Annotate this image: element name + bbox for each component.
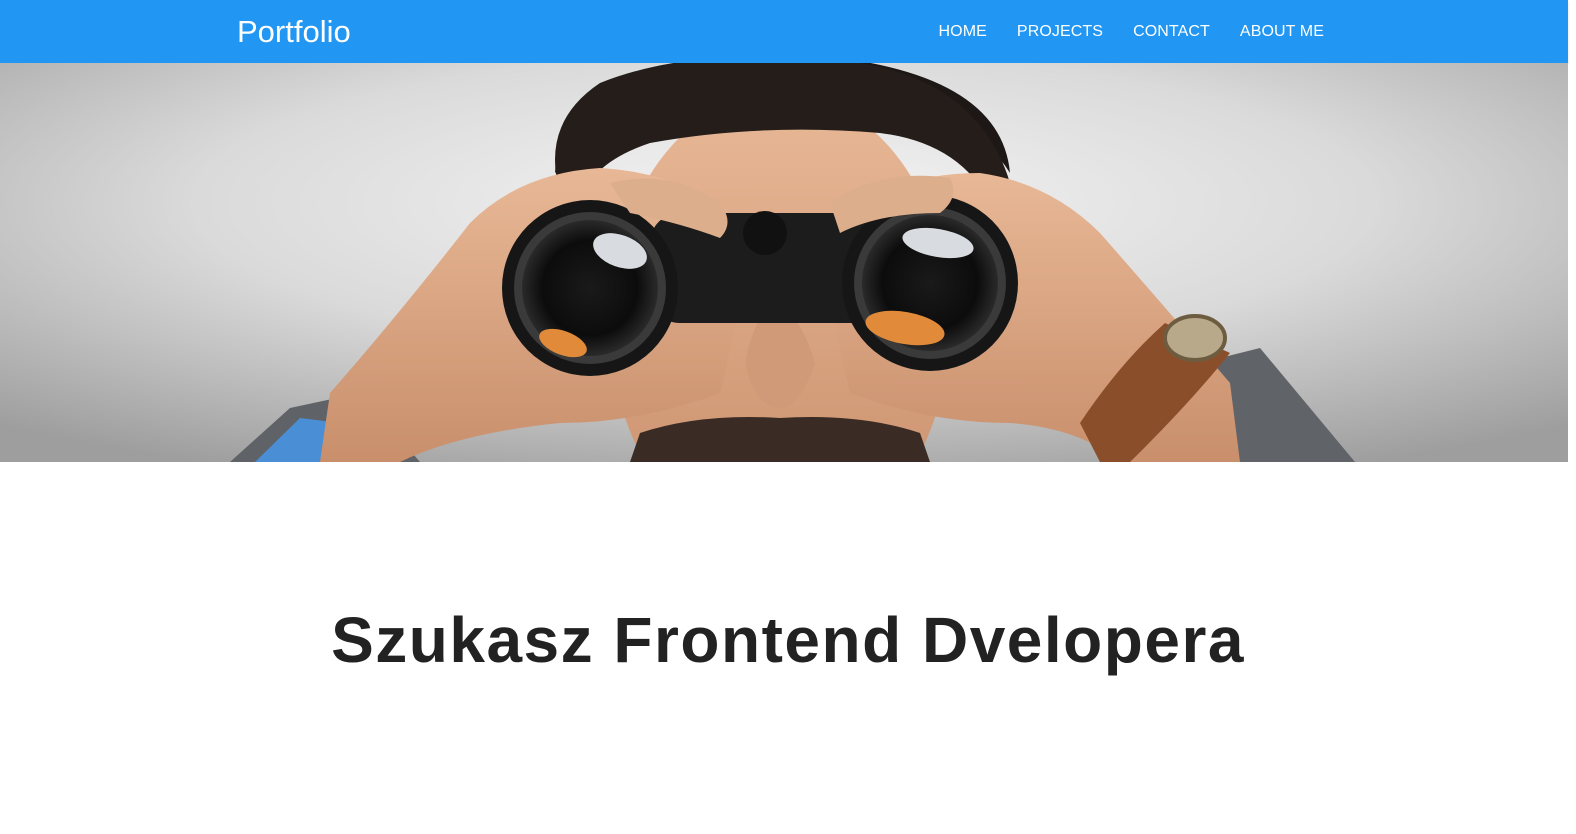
nav-link-about-me[interactable]: ABOUT ME <box>1240 22 1324 42</box>
brand-logo-link[interactable]: Portfolio <box>237 14 351 50</box>
navbar: Portfolio HOME PROJECTS CONTACT ABOUT ME <box>0 0 1568 63</box>
page-headline: Szukasz Frontend Dvelopera <box>331 604 1245 676</box>
nav-menu: HOME PROJECTS CONTACT ABOUT ME <box>939 0 1324 63</box>
hero-image <box>0 63 1568 462</box>
nav-link-home[interactable]: HOME <box>939 22 987 42</box>
nav-link-contact[interactable]: CONTACT <box>1133 22 1210 42</box>
nav-link-projects[interactable]: PROJECTS <box>1017 22 1103 42</box>
binoculars-man-illustration <box>0 63 1568 462</box>
